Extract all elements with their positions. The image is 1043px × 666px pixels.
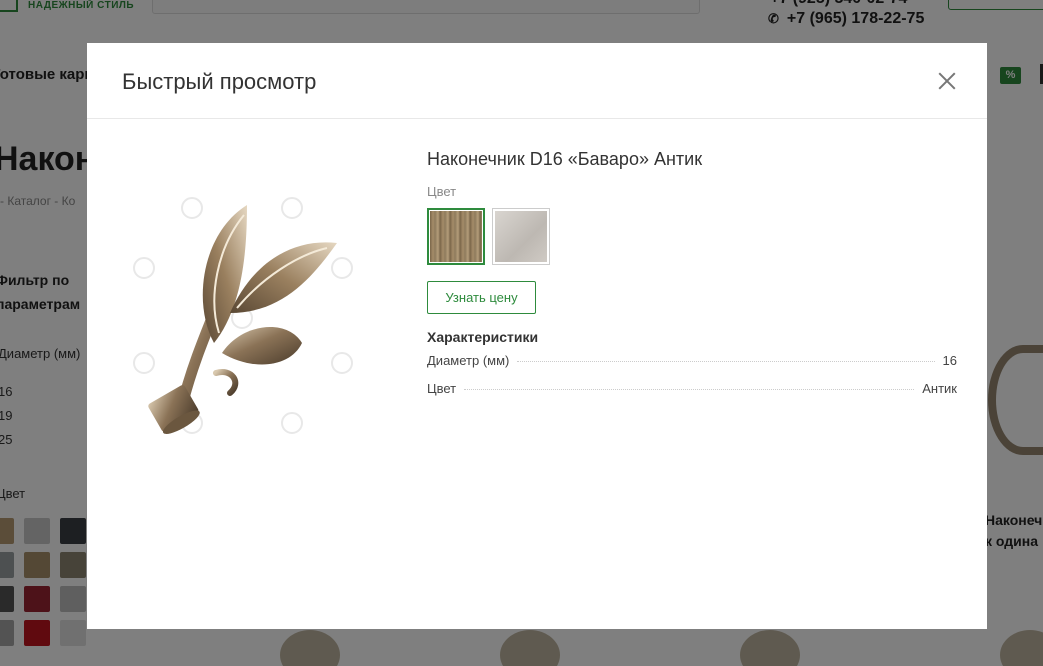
characteristic-label: Цвет bbox=[427, 381, 457, 396]
color-label: Цвет bbox=[427, 184, 457, 199]
dotted-leader bbox=[464, 389, 915, 390]
modal-title: Быстрый просмотр bbox=[122, 69, 317, 94]
color-swatch-antique[interactable] bbox=[427, 208, 485, 265]
characteristic-row: Цвет Антик bbox=[427, 381, 957, 409]
product-image bbox=[133, 197, 353, 434]
product-info: Наконечник D16 «Баваро» Антик Цвет Узнат… bbox=[427, 149, 957, 409]
characteristic-row: Диаметр (мм) 16 bbox=[427, 353, 957, 381]
quick-view-modal: Быстрый просмотр Наконечник D16 «Баваро»… bbox=[87, 43, 987, 629]
characteristic-value: Антик bbox=[922, 381, 957, 396]
get-price-button[interactable]: Узнать цену bbox=[427, 281, 536, 314]
characteristic-label: Диаметр (мм) bbox=[427, 353, 510, 368]
dotted-leader bbox=[517, 361, 935, 362]
color-swatch-satin[interactable] bbox=[492, 208, 550, 265]
characteristics-title: Характеристики bbox=[427, 329, 539, 345]
modal-header: Быстрый просмотр bbox=[87, 43, 987, 119]
color-options bbox=[427, 208, 957, 265]
close-icon[interactable] bbox=[936, 70, 958, 92]
characteristic-value: 16 bbox=[942, 353, 957, 368]
product-name: Наконечник D16 «Баваро» Антик bbox=[427, 149, 703, 169]
